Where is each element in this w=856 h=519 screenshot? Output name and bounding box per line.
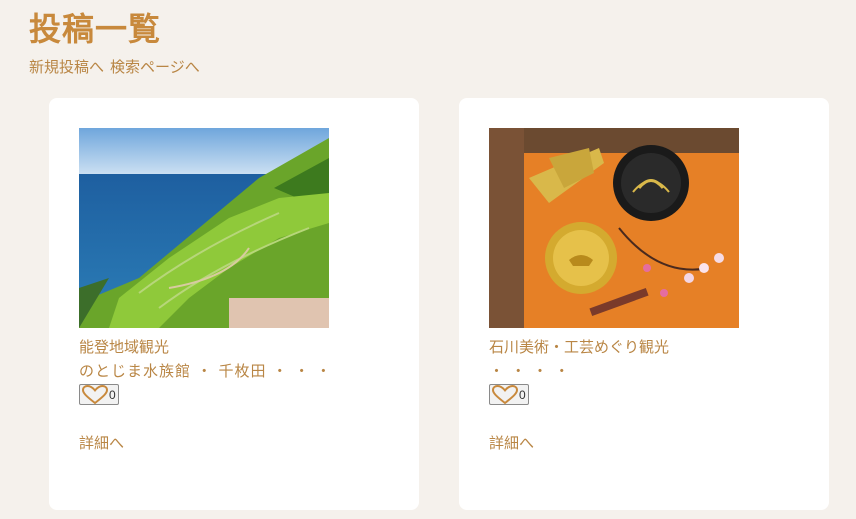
post-card: 能登地域観光 のとじま水族館 ・ 千枚田 ・ ・ ・ 0 詳細へ: [49, 98, 419, 510]
detail-link[interactable]: 詳細へ: [79, 432, 124, 453]
detail-link[interactable]: 詳細へ: [489, 432, 534, 453]
new-post-link[interactable]: 新規投稿へ: [29, 58, 104, 76]
post-image: [489, 128, 739, 328]
like-button[interactable]: 0: [79, 384, 119, 405]
heart-icon: [82, 384, 108, 404]
heart-icon: [492, 384, 518, 404]
post-image: [79, 128, 329, 328]
like-count: 0: [519, 387, 526, 402]
search-page-link[interactable]: 検索ページへ: [110, 58, 200, 76]
like-button[interactable]: 0: [489, 384, 529, 405]
post-card: 石川美術・工芸めぐり観光 ・ ・ ・ ・ 0 詳細へ: [459, 98, 829, 510]
post-title: 石川美術・工芸めぐり観光: [489, 338, 670, 356]
post-description: ・ ・ ・ ・: [489, 362, 571, 380]
page-title: 投稿一覧: [29, 10, 162, 48]
like-count: 0: [109, 387, 116, 402]
post-title: 能登地域観光: [79, 338, 170, 356]
post-description: のとじま水族館 ・ 千枚田 ・ ・ ・: [79, 362, 332, 380]
header-links: 新規投稿へ 検索ページへ: [29, 56, 206, 77]
